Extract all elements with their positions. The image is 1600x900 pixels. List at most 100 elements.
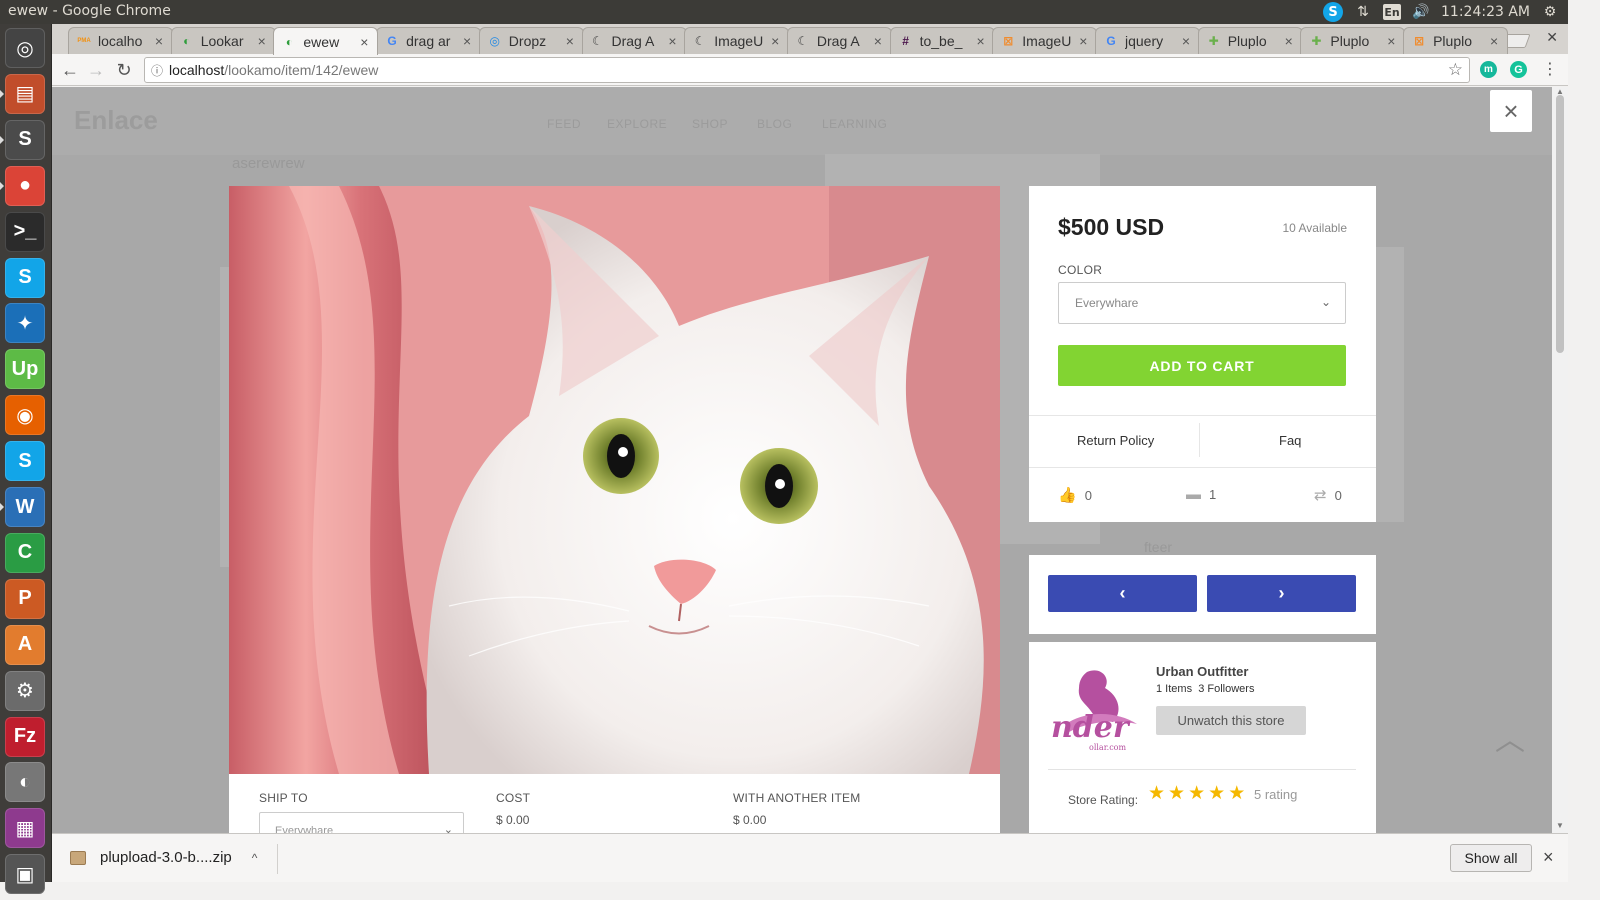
item-navigation: ‹ › [1029, 555, 1376, 634]
tab-favicon-icon: ✚ [1311, 34, 1322, 48]
tab-close-icon[interactable]: × [666, 33, 680, 49]
scroll-to-top-icon[interactable]: ︿ [1495, 715, 1525, 759]
tab-4[interactable]: ◎ Dropz × [478, 27, 584, 54]
tab-11[interactable]: ✚ Pluplo × [1197, 27, 1303, 54]
launcher-sublime-text-icon[interactable]: S [5, 119, 45, 160]
tab-5[interactable]: ☾ Drag A × [581, 27, 687, 54]
comment-icon: ▬ [1186, 486, 1201, 503]
launcher-trash-icon[interactable]: ▣ [5, 854, 45, 895]
tab-7[interactable]: ☾ Drag A × [786, 27, 892, 54]
launcher-chrome-icon[interactable]: ● [5, 165, 45, 206]
unity-launcher: ◎ ▤ S ● >_ S ✦ Up ◉ S W C P A ⚙ Fz ◐ ▦ ▣ [0, 24, 52, 895]
url-host: localhost [169, 62, 225, 78]
like-stat[interactable]: 👍 0 [1058, 486, 1092, 504]
address-bar[interactable]: ⓘ localhost/lookamo/item/142/ewew ☆ [144, 57, 1470, 83]
tab-title: Pluplo [1433, 33, 1473, 49]
site-info-icon[interactable]: ⓘ [145, 62, 169, 79]
launcher-workspace-icon[interactable]: ▦ [5, 808, 45, 849]
tab-close-icon[interactable]: × [1384, 33, 1398, 49]
keyboard-language-indicator[interactable]: En [1383, 4, 1402, 20]
tab-title: ImageU [1022, 33, 1072, 49]
launcher-writer-icon[interactable]: W [5, 487, 45, 527]
download-filename: plupload-3.0-b....zip [100, 849, 232, 866]
network-icon[interactable]: ⇅ [1353, 2, 1373, 22]
chrome-menu-icon[interactable]: ⋮ [1542, 59, 1558, 79]
launcher-filezilla-icon[interactable]: Fz [5, 716, 45, 757]
next-item-button[interactable]: › [1207, 575, 1356, 612]
clock[interactable]: 11:24:23 AM [1441, 4, 1530, 20]
repost-stat[interactable]: ⇄ 0 [1314, 486, 1342, 504]
launcher-settings-icon[interactable]: ⚙ [5, 670, 45, 711]
ship-to-value: Everywhare [275, 825, 334, 833]
ship-to-select[interactable]: Everywhare ⌄ [259, 812, 464, 833]
store-name[interactable]: Urban Outfitter [1156, 664, 1248, 679]
store-logo[interactable]: nder ollar.com [1049, 662, 1141, 754]
running-indicator [0, 503, 4, 511]
tab-close-icon[interactable]: × [255, 33, 269, 49]
launcher-upwork-icon[interactable]: Up [5, 349, 45, 390]
tab-close-icon[interactable]: × [563, 33, 577, 49]
store-rating-text: 5 rating [1254, 787, 1298, 802]
tab-close-icon[interactable]: × [1282, 33, 1296, 49]
tab-close-icon[interactable]: × [974, 33, 988, 49]
tab-close-icon[interactable]: × [357, 34, 371, 50]
launcher-impress-icon[interactable]: P [5, 578, 45, 619]
reload-button[interactable]: ↻ [112, 58, 136, 82]
launcher-skype-icon[interactable]: S [5, 257, 45, 298]
tab-close-icon[interactable]: × [460, 33, 474, 49]
return-policy-link[interactable]: Return Policy [1077, 433, 1154, 448]
add-to-cart-button[interactable]: ADD TO CART [1058, 345, 1346, 386]
window-close-icon[interactable]: ✕ [1546, 29, 1558, 46]
launcher-firefox-icon[interactable]: ◉ [5, 395, 45, 436]
tab-9[interactable]: ⊠ ImageU × [992, 27, 1098, 54]
volume-icon[interactable]: 🔊 [1411, 2, 1431, 22]
faq-link[interactable]: Faq [1279, 433, 1301, 448]
page-scrollbar[interactable]: ▲ ▼ [1552, 87, 1568, 833]
show-all-downloads-button[interactable]: Show all [1450, 844, 1532, 872]
color-select[interactable]: Everywhare ⌄ [1058, 282, 1346, 324]
tab-close-icon[interactable]: × [1179, 33, 1193, 49]
grammarly-extension-icon[interactable]: G [1510, 61, 1527, 78]
previous-item-button[interactable]: ‹ [1048, 575, 1197, 612]
tab-3[interactable]: Gdrag ar × [376, 27, 482, 54]
forward-button[interactable]: → [84, 58, 108, 82]
store-meta: 1 Items 3 Followers [1156, 683, 1254, 695]
star-rating: ★ ★ ★ ★ ★ [1148, 784, 1245, 803]
tab-12[interactable]: ✚ Pluplo × [1300, 27, 1406, 54]
tab-0[interactable]: PMA localho × [68, 27, 173, 54]
launcher-app-blue-icon[interactable]: ✦ [5, 303, 45, 344]
launcher-terminal-icon[interactable]: >_ [5, 211, 45, 252]
tab-10[interactable]: Gjquery × [1095, 27, 1200, 54]
tab-13[interactable]: ⊠ Pluplo × [1403, 27, 1509, 54]
tab-2[interactable]: ◐ ewew × [273, 27, 379, 55]
tab-8[interactable]: # to_be_ × [889, 27, 995, 54]
launcher-calc-icon[interactable]: C [5, 532, 45, 573]
launcher-screenshot-icon[interactable]: ◐ [5, 762, 45, 803]
launcher-skype-2-icon[interactable]: S [5, 441, 45, 482]
download-item[interactable]: plupload-3.0-b....zip ^ [70, 849, 257, 866]
tab-close-icon[interactable]: × [152, 33, 166, 49]
download-options-chevron-icon[interactable]: ^ [252, 851, 258, 865]
store-logo-graphic: nder ollar.com [1051, 670, 1137, 752]
tab-close-icon[interactable]: × [1487, 33, 1501, 49]
tab-1[interactable]: ◐ Lookar × [170, 27, 276, 54]
system-settings-icon[interactable]: ⚙ [1540, 2, 1560, 22]
modal-close-button[interactable]: × [1490, 90, 1532, 132]
bookmark-star-icon[interactable]: ☆ [1448, 60, 1463, 80]
tab-close-icon[interactable]: × [871, 33, 885, 49]
unwatch-store-button[interactable]: Unwatch this store [1156, 706, 1306, 735]
launcher-files-icon[interactable]: ▤ [5, 73, 45, 114]
another-item-value: $ 0.00 [733, 813, 767, 827]
scrollbar-thumb[interactable] [1556, 95, 1564, 353]
skype-tray-icon[interactable]: S [1323, 2, 1344, 22]
scroll-down-arrow-icon[interactable]: ▼ [1556, 821, 1564, 830]
back-button[interactable]: ← [58, 58, 82, 82]
tab-6[interactable]: ☾ ImageU × [684, 27, 790, 54]
close-download-shelf-icon[interactable]: × [1543, 847, 1554, 868]
launcher-software-center-icon[interactable]: A [5, 624, 45, 665]
comment-stat[interactable]: ▬ 1 [1186, 486, 1216, 503]
extension-m-icon[interactable]: m [1480, 61, 1497, 78]
launcher-dash-icon[interactable]: ◎ [5, 28, 45, 68]
tab-close-icon[interactable]: × [1076, 33, 1090, 49]
tab-close-icon[interactable]: × [768, 33, 782, 49]
